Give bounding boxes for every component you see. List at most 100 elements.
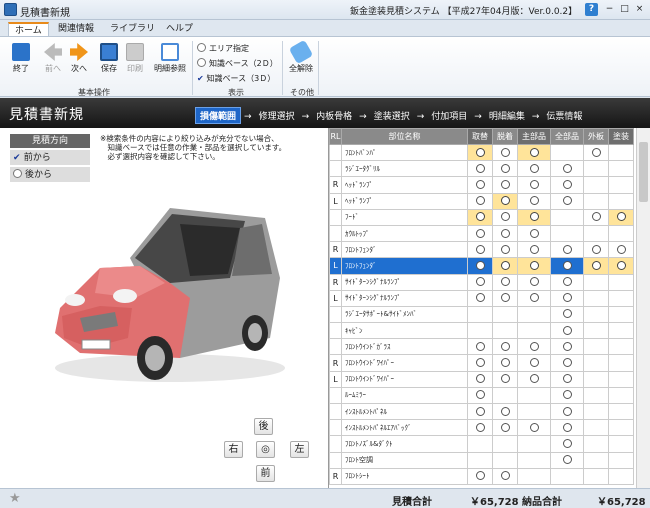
table-row[interactable]: R ﾌﾛﾝﾄｼｰﾄ — [329, 467, 634, 485]
cell-detach[interactable] — [492, 289, 518, 307]
cell-detach[interactable] — [492, 402, 518, 421]
table-row[interactable]: R ｻｲﾄﾞﾀｰﾝｼｸﾞﾅﾙﾗﾝﾌﾟ — [329, 273, 634, 291]
help-button[interactable]: ? — [585, 3, 598, 16]
cell-part-name[interactable]: ﾌｰﾄﾞ — [341, 208, 468, 226]
cell-main-part[interactable] — [517, 273, 551, 291]
table-row[interactable]: ﾌﾛﾝﾄ空調 — [329, 451, 634, 469]
cell-all-parts[interactable] — [550, 386, 584, 405]
cell-outer-panel[interactable] — [583, 241, 609, 259]
step-detail[interactable]: 明細編集 — [485, 108, 529, 123]
cell-part-name[interactable]: ﾌﾛﾝﾄﾌｪﾝﾀﾞ — [341, 241, 468, 259]
cell-main-part[interactable] — [517, 160, 551, 178]
cell-part-name[interactable]: ｲﾝｽﾄﾙﾒﾝﾄﾊﾟﾈﾙｴｱﾊﾞｯｸﾞ — [341, 419, 468, 437]
cell-all-parts[interactable] — [550, 257, 584, 275]
cell-replace[interactable] — [467, 338, 493, 356]
step-additional[interactable]: 付加項目 — [427, 108, 471, 123]
cell-detach[interactable] — [492, 338, 518, 356]
step-slip[interactable]: 伝票情報 — [542, 108, 586, 123]
cell-part-name[interactable]: ﾌﾛﾝﾄ空調 — [341, 451, 468, 469]
cell-part-name[interactable]: ｲﾝｽﾄﾙﾒﾝﾄﾊﾟﾈﾙ — [341, 402, 468, 421]
cell-replace[interactable] — [467, 386, 493, 405]
cell-part-name[interactable]: ﾍｯﾄﾞﾗﾝﾌﾟ — [341, 192, 468, 210]
table-row[interactable]: L ﾌﾛﾝﾄｳｲﾝﾄﾞﾜｲﾊﾟｰ — [329, 370, 634, 388]
car-3d-model[interactable] — [40, 188, 300, 388]
table-row[interactable]: ﾙｰﾑﾐﾗｰ — [329, 386, 634, 405]
table-row[interactable]: R ﾌﾛﾝﾄｳｲﾝﾄﾞﾜｲﾊﾟｰ — [329, 354, 634, 372]
camera-left-button[interactable]: 左 — [290, 441, 309, 458]
table-row[interactable]: ｲﾝｽﾄﾙﾒﾝﾄﾊﾟﾈﾙｴｱﾊﾞｯｸﾞ — [329, 419, 634, 437]
tab-help[interactable]: ヘルプ — [160, 22, 199, 37]
cell-replace[interactable] — [467, 402, 493, 421]
cell-outer-panel[interactable] — [583, 257, 609, 275]
table-row[interactable]: ﾌｰﾄﾞ — [329, 208, 634, 226]
cell-detach[interactable] — [492, 176, 518, 194]
cell-part-name[interactable]: ﾗｼﾞｴｰﾀｸﾞﾘﾙ — [341, 160, 468, 178]
cell-replace[interactable] — [467, 176, 493, 194]
cell-all-parts[interactable] — [550, 273, 584, 291]
cell-part-name[interactable]: ﾙｰﾑﾐﾗｰ — [341, 386, 468, 405]
cell-part-name[interactable]: ｶｳﾙﾄｯﾌﾟ — [341, 224, 468, 243]
cell-detach[interactable] — [492, 224, 518, 243]
tab-related[interactable]: 関連情報 — [52, 22, 100, 37]
step-repair[interactable]: 修理選択 — [255, 108, 299, 123]
cell-detach[interactable] — [492, 241, 518, 259]
cell-replace[interactable] — [467, 467, 493, 485]
table-row[interactable]: R ﾌﾛﾝﾄﾌｪﾝﾀﾞ — [329, 241, 634, 259]
cell-main-part[interactable] — [517, 338, 551, 356]
star-icon[interactable]: ★ — [9, 491, 21, 506]
cell-main-part[interactable] — [517, 241, 551, 259]
cell-detach[interactable] — [492, 143, 518, 162]
cell-part-name[interactable]: ﾌﾛﾝﾄﾊﾞﾝﾊﾟ — [341, 143, 468, 162]
detail-reference-button[interactable]: 明細参照 — [150, 43, 190, 74]
cell-main-part[interactable] — [517, 354, 551, 372]
table-row[interactable]: ｶｳﾙﾄｯﾌﾟ — [329, 224, 634, 243]
cell-main-part[interactable] — [517, 143, 551, 162]
cell-outer-panel[interactable] — [583, 208, 609, 226]
cell-part-name[interactable]: ﾌﾛﾝﾄｳｲﾝﾄﾞｶﾞﾗｽ — [341, 338, 468, 356]
tab-home[interactable]: ホーム — [8, 22, 49, 37]
cell-part-name[interactable]: ﾍｯﾄﾞﾗﾝﾌﾟ — [341, 176, 468, 194]
cell-replace[interactable] — [467, 241, 493, 259]
cell-main-part[interactable] — [517, 370, 551, 388]
table-row[interactable]: R ﾍｯﾄﾞﾗﾝﾌﾟ — [329, 176, 634, 194]
camera-right-button[interactable]: 右 — [224, 441, 243, 458]
table-row[interactable]: ﾌﾛﾝﾄｳｲﾝﾄﾞｶﾞﾗｽ — [329, 338, 634, 356]
area-radio[interactable]: エリア指定 — [197, 43, 249, 55]
cell-all-parts[interactable] — [550, 419, 584, 437]
cell-paint[interactable] — [608, 257, 634, 275]
cell-replace[interactable] — [467, 354, 493, 372]
cell-main-part[interactable] — [517, 289, 551, 307]
camera-center-button[interactable]: ◎ — [256, 441, 275, 458]
cell-part-name[interactable]: ﾗｼﾞｴｰﾀｻﾎﾟｰﾄ&ｻｲﾄﾞﾒﾝﾊﾞ — [341, 305, 468, 324]
cell-replace[interactable] — [467, 143, 493, 162]
cell-outer-panel[interactable] — [583, 143, 609, 162]
next-button[interactable]: 次へ — [68, 43, 90, 74]
cell-part-name[interactable]: ｻｲﾄﾞﾀｰﾝｼｸﾞﾅﾙﾗﾝﾌﾟ — [341, 273, 468, 291]
cell-part-name[interactable]: ﾌﾛﾝﾄﾌｪﾝﾀﾞ — [341, 257, 468, 275]
cell-detach[interactable] — [492, 160, 518, 178]
cell-replace[interactable] — [467, 192, 493, 210]
print-button[interactable]: 印刷 — [124, 43, 146, 74]
prev-button[interactable]: 前へ — [42, 43, 64, 74]
table-row[interactable]: ｷｬﾋﾞﾝ — [329, 322, 634, 340]
direction-front-option[interactable]: ✔ 前から — [10, 150, 90, 166]
cell-detach[interactable] — [492, 467, 518, 485]
vertical-scrollbar[interactable] — [636, 128, 650, 488]
camera-back-button[interactable]: 後 — [254, 418, 273, 435]
cell-detach[interactable] — [492, 354, 518, 372]
cell-all-parts[interactable] — [550, 160, 584, 178]
cell-detach[interactable] — [492, 257, 518, 275]
save-button[interactable]: 保存 — [98, 43, 120, 74]
table-row[interactable]: ﾗｼﾞｴｰﾀｻﾎﾟｰﾄ&ｻｲﾄﾞﾒﾝﾊﾞ — [329, 305, 634, 324]
cell-all-parts[interactable] — [550, 354, 584, 372]
table-row[interactable]: ﾗｼﾞｴｰﾀｸﾞﾘﾙ — [329, 160, 634, 178]
direction-back-option[interactable]: 後から — [10, 167, 90, 183]
cell-all-parts[interactable] — [550, 435, 584, 453]
cell-main-part[interactable] — [517, 176, 551, 194]
cell-main-part[interactable] — [517, 224, 551, 243]
exit-button[interactable]: 終了 — [10, 43, 32, 74]
step-paint[interactable]: 塗装選択 — [370, 108, 414, 123]
close-button[interactable]: × — [633, 3, 646, 16]
cell-part-name[interactable]: ﾌﾛﾝﾄﾉｽﾞﾙ&ﾀﾞｸﾄ — [341, 435, 468, 453]
cell-replace[interactable] — [467, 160, 493, 178]
